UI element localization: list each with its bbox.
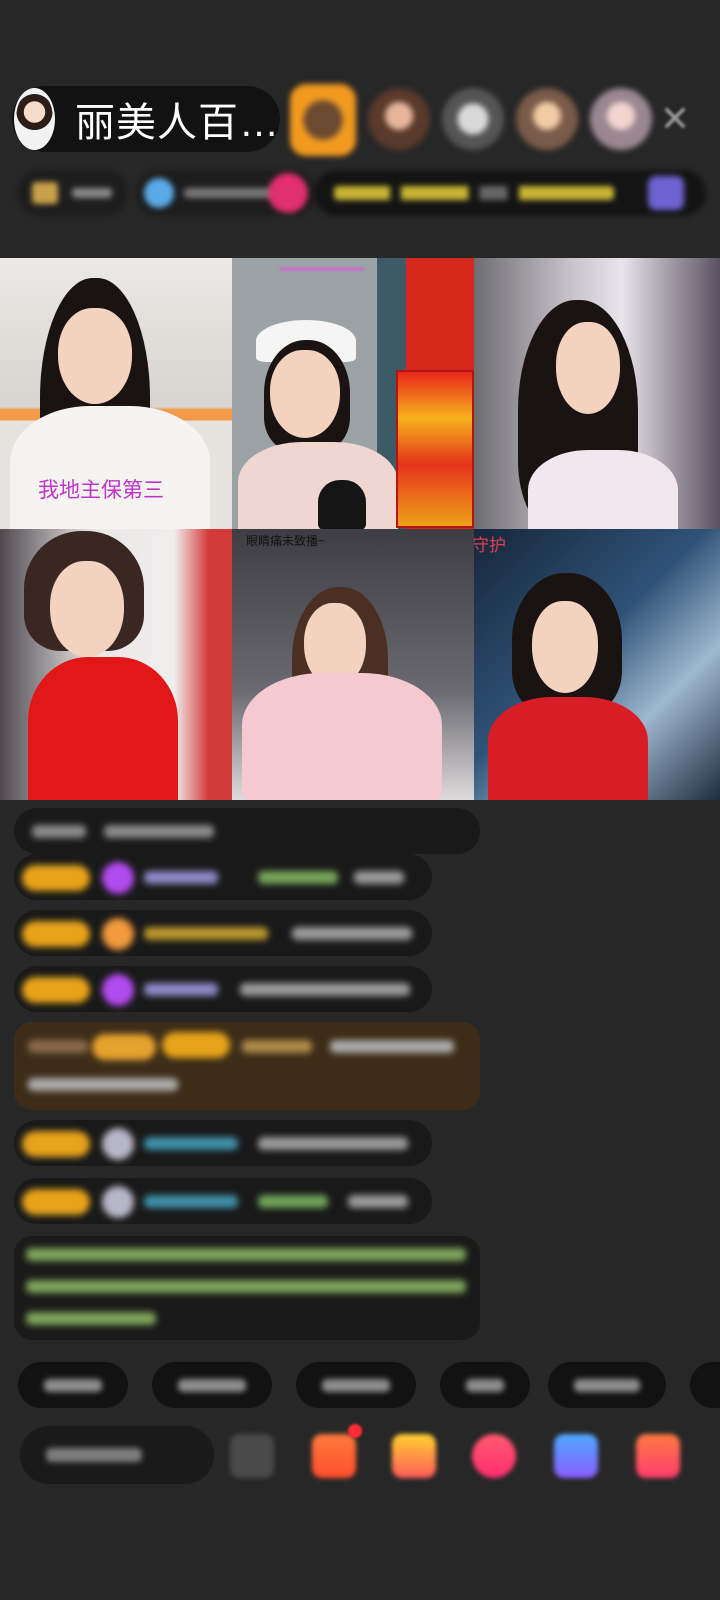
quick-reply-chip[interactable] xyxy=(548,1362,666,1408)
chat-message[interactable] xyxy=(14,910,432,956)
poster-image xyxy=(396,370,474,528)
viewer-avatar[interactable] xyxy=(442,88,504,150)
heart-icon[interactable] xyxy=(472,1434,516,1478)
viewer-avatar[interactable] xyxy=(516,88,578,150)
chat-message-highlight[interactable] xyxy=(14,1022,480,1110)
notification-dot xyxy=(348,1424,362,1438)
live-stream-screen: 丽美人百… ✕ 我地主保第三 ▬▬▬▬▬▬▬ 眼睛痛未致播~ 守护 xyxy=(0,0,720,1600)
quick-reply-chip[interactable] xyxy=(152,1362,272,1408)
guest-overlay-text: 守护 xyxy=(474,536,506,555)
rank-chip[interactable] xyxy=(18,170,128,216)
viewer-avatar[interactable] xyxy=(590,88,652,150)
guest-overlay-text: 我地主保第三 xyxy=(38,479,164,502)
video-cell[interactable] xyxy=(0,529,232,800)
quick-reply-row xyxy=(18,1362,720,1408)
host-avatar[interactable] xyxy=(14,88,55,150)
stream-info-row xyxy=(18,170,708,216)
emoji-icon[interactable] xyxy=(230,1434,274,1478)
viewer-avatar[interactable] xyxy=(368,88,430,150)
quick-reply-chip[interactable] xyxy=(690,1362,720,1408)
viewer-avatar-list xyxy=(290,84,652,156)
video-cell[interactable]: 眼睛痛未致播~ xyxy=(232,529,474,800)
hot-icon[interactable] xyxy=(268,173,308,213)
system-notice xyxy=(14,1236,480,1340)
chat-message[interactable] xyxy=(14,1120,432,1166)
chat-message[interactable] xyxy=(14,808,480,854)
host-info[interactable]: 丽美人百… xyxy=(12,86,280,152)
share-icon[interactable] xyxy=(554,1434,598,1478)
guest-overlay-text-blurred: ▬▬▬▬▬▬▬ xyxy=(280,260,364,274)
multi-guest-video-grid: 我地主保第三 ▬▬▬▬▬▬▬ 眼睛痛未致播~ 守护 xyxy=(0,258,720,800)
notice-ticker[interactable] xyxy=(314,170,706,216)
bottom-action-bar xyxy=(18,1424,720,1486)
host-name[interactable]: 丽美人百… xyxy=(75,90,280,148)
guest-overlay-text: 眼睛痛未致播~ xyxy=(246,534,326,548)
comment-input[interactable] xyxy=(20,1426,214,1484)
viewer-avatar[interactable] xyxy=(290,84,356,156)
gift-icon[interactable] xyxy=(636,1434,680,1478)
chat-message[interactable] xyxy=(14,966,432,1012)
chat-message[interactable] xyxy=(14,1178,432,1224)
fan-club-icon[interactable] xyxy=(312,1434,356,1478)
microphone xyxy=(318,480,366,529)
close-icon[interactable]: ✕ xyxy=(654,98,696,140)
video-cell[interactable]: ▬▬▬▬▬▬▬ xyxy=(232,258,474,529)
video-cell[interactable] xyxy=(474,258,720,529)
video-cell[interactable]: 我地主保第三 xyxy=(0,258,232,529)
chat-message[interactable] xyxy=(14,854,432,900)
quick-reply-chip[interactable] xyxy=(18,1362,128,1408)
wish-icon[interactable] xyxy=(392,1434,436,1478)
quick-reply-chip[interactable] xyxy=(296,1362,416,1408)
video-cell[interactable]: 守护 xyxy=(474,529,720,800)
quick-reply-chip[interactable] xyxy=(440,1362,530,1408)
